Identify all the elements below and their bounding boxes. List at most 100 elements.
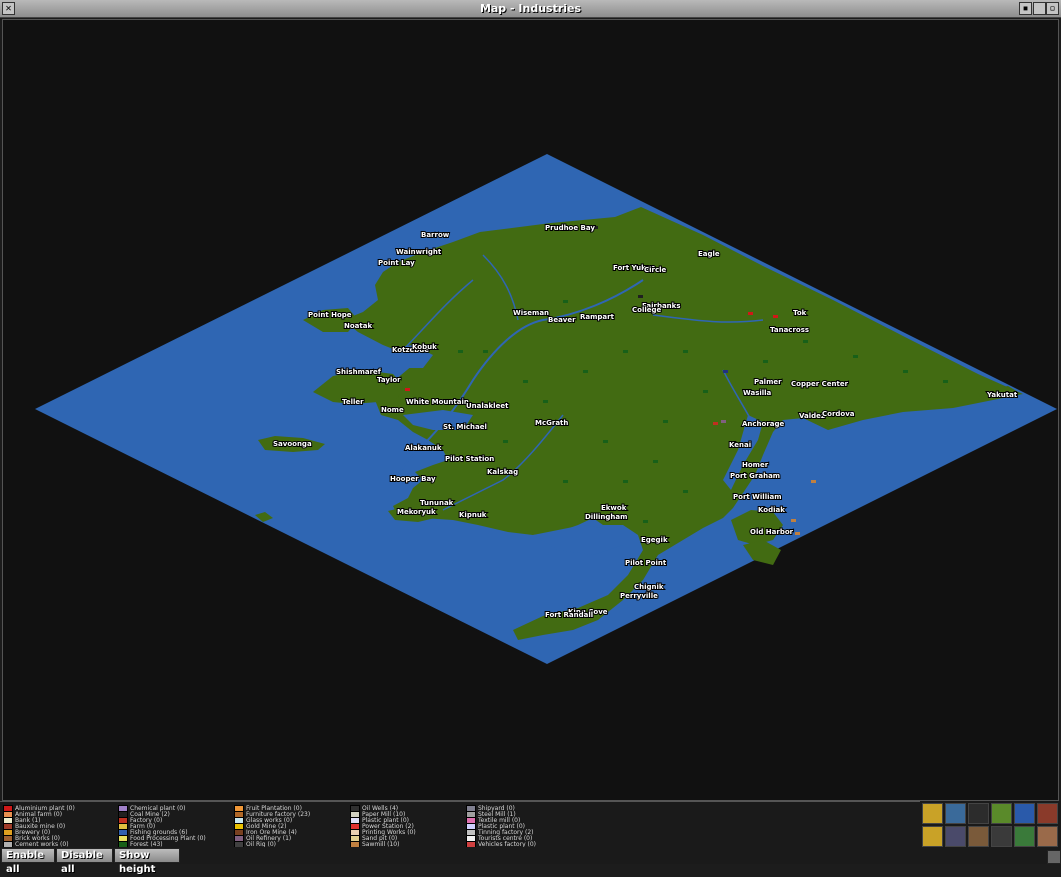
town-label-copper-center[interactable]: Copper Center	[790, 379, 850, 389]
enable-all-button[interactable]: Enable all	[1, 848, 55, 875]
legend-column: Oil Wells (4) Paper Mill (10) Plastic plan…	[350, 805, 416, 848]
town-label-teller[interactable]: Teller	[341, 397, 365, 407]
industry-marker	[483, 350, 488, 353]
disable-all-button[interactable]: Disable all	[56, 848, 113, 875]
industry-marker	[683, 490, 688, 493]
minimap-view[interactable]: Barrow Prudhoe Bay Wainwright Point Lay Eagl…	[2, 19, 1059, 801]
industry-marker	[803, 340, 808, 343]
town-label-kipnuk[interactable]: Kipnuk	[458, 510, 488, 520]
town-label-unalakleet[interactable]: Unalakleet	[465, 401, 510, 411]
town-label-port-graham[interactable]: Port Graham	[729, 471, 781, 481]
town-label-hooper-bay[interactable]: Hooper Bay	[389, 474, 437, 484]
town-label-tanacross[interactable]: Tanacross	[769, 325, 810, 335]
industry-marker	[405, 388, 410, 391]
industry-marker	[773, 315, 778, 318]
contour-map-icon[interactable]	[1014, 826, 1035, 847]
town-label-ekwok[interactable]: Ekwok	[600, 503, 628, 513]
industry-marker	[543, 400, 548, 403]
industry-marker	[683, 350, 688, 353]
town-label-chignik[interactable]: Chignik	[633, 582, 665, 592]
resize-grip[interactable]	[1047, 850, 1061, 864]
industries-map-icon[interactable]	[1037, 803, 1058, 824]
town-label-mcgrath[interactable]: McGrath	[534, 418, 569, 428]
industry-marker	[458, 350, 463, 353]
town-label-perryville[interactable]: Perryville	[619, 591, 659, 601]
town-label-mekoryuk[interactable]: Mekoryuk	[396, 507, 437, 517]
vehicles-map-icon[interactable]	[1014, 803, 1035, 824]
town-label-shishmaref[interactable]: Shishmaref	[335, 367, 383, 377]
routes-map-icon[interactable]	[945, 826, 966, 847]
town-label-nome[interactable]: Nome	[380, 405, 405, 415]
show-height-button[interactable]: Show height	[114, 848, 180, 875]
town-label-kobuk[interactable]: Kobuk	[411, 342, 438, 352]
industry-marker	[811, 480, 816, 483]
town-label-prudhoe-bay[interactable]: Prudhoe Bay	[544, 223, 596, 233]
shade-window-icon[interactable]: ▪	[1019, 2, 1032, 15]
industry-marker	[623, 480, 628, 483]
town-label-port-william[interactable]: Port William	[732, 492, 783, 502]
town-label-pilot-station[interactable]: Pilot Station	[444, 454, 495, 464]
town-label-wiseman[interactable]: Wiseman	[512, 308, 550, 318]
industry-marker	[721, 420, 726, 423]
town-label-savoonga[interactable]: Savoonga	[272, 439, 313, 449]
industry-marker	[653, 460, 658, 463]
industry-marker	[791, 519, 796, 522]
industry-marker	[563, 300, 568, 303]
town-label-eagle[interactable]: Eagle	[697, 249, 721, 259]
industry-marker	[503, 440, 508, 443]
legend-buttons: Enable all Disable all Show height	[0, 847, 1061, 875]
town-label-beaver[interactable]: Beaver	[547, 315, 577, 325]
town-label-tok[interactable]: Tok	[792, 308, 808, 318]
blank-slot-icon[interactable]	[968, 803, 989, 824]
town-label-dillingham[interactable]: Dillingham	[584, 512, 628, 522]
town-label-wasilla[interactable]: Wasilla	[742, 388, 773, 398]
town-label-circle[interactable]: Circle	[643, 265, 668, 275]
industry-marker	[563, 480, 568, 483]
center-on-face-icon[interactable]	[1037, 826, 1058, 847]
sticky-window-icon[interactable]	[1033, 2, 1046, 15]
terrain-map-icon[interactable]	[991, 803, 1012, 824]
town-label-white-mountain[interactable]: White Mountain	[405, 397, 470, 407]
industry-marker	[703, 390, 708, 393]
town-label-wainwright[interactable]: Wainwright	[395, 247, 443, 257]
industry-marker	[943, 380, 948, 383]
pin-window-icon[interactable]: ▫	[1046, 2, 1059, 15]
legend-column: Shipyard (0) Steel Mill (1) Textile mill (…	[466, 805, 536, 854]
industry-marker	[638, 295, 643, 298]
town-label-egegik[interactable]: Egegik	[640, 535, 669, 545]
industry-marker	[795, 532, 800, 535]
legend-column: Aluminium plant (0) Animal farm (0) Bank (…	[3, 805, 75, 848]
town-label-tununak[interactable]: Tununak	[419, 498, 455, 508]
window-titlebar[interactable]: ✕ Map - Industries ▪ ▫	[0, 0, 1061, 18]
minimap-toggle-icon[interactable]	[945, 803, 966, 824]
owners-map-icon[interactable]	[991, 826, 1012, 847]
town-label-anchorage[interactable]: Anchorage	[741, 419, 786, 429]
town-label-barrow[interactable]: Barrow	[420, 230, 451, 240]
industry-marker	[583, 370, 588, 373]
industry-marker	[903, 370, 908, 373]
town-label-pilot-point[interactable]: Pilot Point	[624, 558, 668, 568]
town-label-rampart[interactable]: Rampart	[579, 312, 616, 322]
legend-column: Fruit Plantation (0) Furniture factory (2…	[234, 805, 310, 848]
town-label-kodiak[interactable]: Kodiak	[757, 505, 786, 515]
town-label-old-harbor[interactable]: Old Harbor	[749, 527, 795, 537]
town-label-college[interactable]: College	[631, 305, 663, 315]
town-label-point-hope[interactable]: Point Hope	[307, 310, 353, 320]
town-label-homer[interactable]: Homer	[741, 460, 770, 470]
town-label-st-michael[interactable]: St. Michael	[442, 422, 488, 432]
town-label-point-lay[interactable]: Point Lay	[377, 258, 416, 268]
town-label-kalskag[interactable]: Kalskag	[486, 467, 519, 477]
map-canvas[interactable]: Barrow Prudhoe Bay WainwrightPoint Lay Eagl…	[3, 20, 1059, 801]
town-label-alakanuk[interactable]: Alakanuk	[404, 443, 443, 453]
zoom-out-icon[interactable]	[922, 826, 943, 847]
town-label-noatak[interactable]: Noatak	[343, 321, 373, 331]
zoom-in-icon[interactable]	[922, 803, 943, 824]
vegetation-map-icon[interactable]	[968, 826, 989, 847]
town-label-cordova[interactable]: Cordova	[821, 409, 856, 419]
town-label-yakutat[interactable]: Yakutat	[985, 390, 1019, 400]
town-label-palmer[interactable]: Palmer	[753, 377, 783, 387]
industry-marker	[713, 422, 718, 425]
town-label-taylor[interactable]: Taylor	[376, 375, 402, 385]
town-label-fort-randall[interactable]: Fort Randall	[544, 610, 594, 620]
town-label-kenai[interactable]: Kenai	[728, 440, 752, 450]
